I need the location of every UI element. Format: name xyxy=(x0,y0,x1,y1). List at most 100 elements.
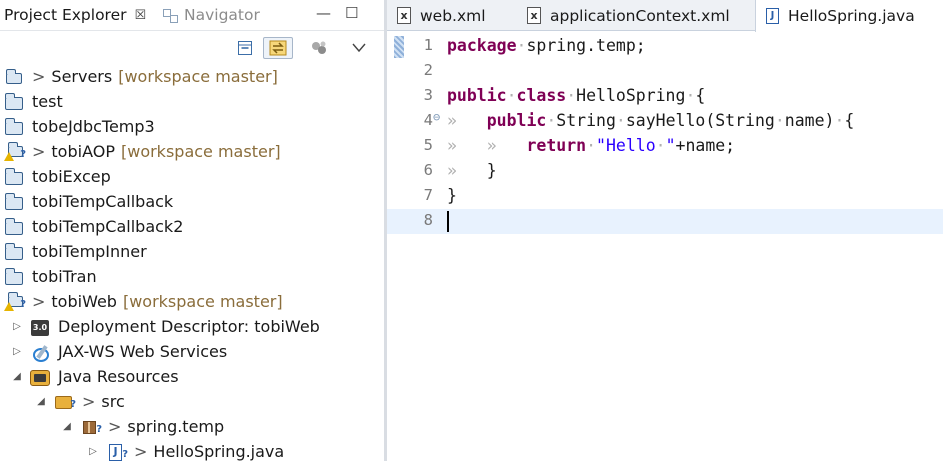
tree-item-label: tobiTempCallback xyxy=(32,192,174,211)
explorer-tab-bar: Project Explorer ☒ Navigator — ☐ xyxy=(0,0,384,31)
tree-item-label: JAX-WS Web Services xyxy=(58,342,228,361)
web-services-icon xyxy=(30,343,50,362)
tree-item-spring-temp[interactable]: ◢ ? > spring.temp xyxy=(60,414,224,439)
tree-item-test[interactable]: test xyxy=(4,89,63,114)
line-number: 4 xyxy=(423,111,433,129)
editor-area: x web.xml x applicationContext.xml J Hel… xyxy=(387,0,943,461)
folder-icon xyxy=(4,92,24,111)
tree-item-tobiweb[interactable]: ? > tobiWeb [workspace master] xyxy=(4,289,283,314)
folder-icon xyxy=(4,267,24,286)
code-line[interactable]: 1 package·spring.temp; xyxy=(387,34,943,59)
code-line[interactable]: 4 ⊖ » public·String·sayHello(String·name)·… xyxy=(387,109,943,134)
collapse-arrow-icon[interactable]: ◢ xyxy=(60,421,74,432)
code-line[interactable]: 5 » » return·"Hello·"+name; xyxy=(387,134,943,159)
tree-item-prefix: > xyxy=(32,142,46,161)
git-decoration: [workspace master] xyxy=(118,67,278,86)
xml-file-icon: x xyxy=(397,7,411,24)
tab-label: HelloSpring.java xyxy=(788,7,915,25)
java-file-icon: J? xyxy=(106,443,128,461)
tree-item-deployment-descriptor[interactable]: ▷ 3.0 Deployment Descriptor: tobiWeb xyxy=(10,314,320,339)
tree-item-label: tobiTran xyxy=(32,267,97,286)
project-warning-icon: ? xyxy=(4,291,26,311)
close-icon[interactable]: ☒ xyxy=(135,8,147,23)
tree-item-tobejdbctemp3[interactable]: tobeJdbcTemp3 xyxy=(4,114,155,139)
tree-item-servers[interactable]: > Servers [workspace master] xyxy=(4,64,278,89)
navigator-icon xyxy=(162,8,178,23)
code-text: » } xyxy=(447,161,497,180)
tab-application-context-xml[interactable]: x applicationContext.xml xyxy=(517,0,730,31)
package-icon: ? xyxy=(80,418,102,436)
code-line[interactable]: 2 xyxy=(387,59,943,84)
line-number: 2 xyxy=(423,61,433,79)
folder-icon xyxy=(4,167,24,186)
tree-item-tobitran[interactable]: tobiTran xyxy=(4,264,97,289)
tree-item-tobitempcallback2[interactable]: tobiTempCallback2 xyxy=(4,214,183,239)
tab-navigator-label: Navigator xyxy=(184,6,260,24)
line-number: 8 xyxy=(423,211,433,229)
code-line[interactable]: 6 » } xyxy=(387,159,943,184)
code-text: } xyxy=(447,186,457,205)
tree-item-java-resources[interactable]: ◢ Java Resources xyxy=(10,364,178,389)
collapse-arrow-icon[interactable]: ◢ xyxy=(10,371,24,382)
tab-web-xml[interactable]: x web.xml xyxy=(387,0,486,31)
tab-navigator[interactable]: Navigator xyxy=(162,4,260,26)
collapse-all-icon[interactable] xyxy=(234,37,256,59)
tab-label: web.xml xyxy=(420,6,486,25)
tree-item-src[interactable]: ◢ ? > src xyxy=(34,389,125,414)
tree-item-label: tobiTempInner xyxy=(32,242,147,261)
filter-icon[interactable] xyxy=(308,37,330,59)
line-number: 5 xyxy=(423,136,433,154)
code-editor[interactable]: 1 package·spring.temp; 2 3 public·class·Hell… xyxy=(387,32,943,461)
code-text: » public·String·sayHello(String·name)·{ xyxy=(447,111,855,130)
tree-item-label: Deployment Descriptor: tobiWeb xyxy=(58,317,320,336)
git-decoration: [workspace master] xyxy=(120,142,281,161)
expand-arrow-icon[interactable]: ▷ xyxy=(10,321,24,332)
text-cursor xyxy=(447,211,449,232)
deployment-descriptor-icon: 3.0 xyxy=(30,318,50,336)
tree-item-label: tobiWeb xyxy=(51,292,117,311)
minimize-icon[interactable]: — xyxy=(316,4,331,22)
tree-item-tobitempcallback[interactable]: tobiTempCallback xyxy=(4,189,173,214)
tree-item-tobiexcep[interactable]: tobiExcep xyxy=(4,164,111,189)
java-file-icon: J xyxy=(766,8,779,24)
folder-icon xyxy=(4,117,24,136)
project-warning-icon: ? xyxy=(4,141,26,161)
code-line[interactable]: 3 public·class·HelloSpring·{ xyxy=(387,84,943,109)
expand-arrow-icon[interactable]: ▷ xyxy=(86,446,100,457)
tree-item-label: tobiAOP xyxy=(51,142,115,161)
line-number: 7 xyxy=(423,186,433,204)
line-number: 6 xyxy=(423,161,433,179)
code-line[interactable]: 7} xyxy=(387,184,943,209)
tree-item-prefix: > xyxy=(32,67,46,86)
code-text: package·spring.temp; xyxy=(447,36,646,55)
tree-item-tobiaop[interactable]: ? > tobiAOP [workspace master] xyxy=(4,139,281,164)
collapse-arrow-icon[interactable]: ◢ xyxy=(34,396,48,407)
tab-project-explorer-label: Project Explorer xyxy=(4,6,127,24)
view-menu-icon[interactable] xyxy=(348,37,370,59)
tree-item-prefix: > xyxy=(32,292,46,311)
git-decoration: [workspace master] xyxy=(122,292,283,311)
code-text: public·class·HelloSpring·{ xyxy=(447,86,706,105)
tree-item-hellospring-java[interactable]: ▷ J? > HelloSpring.java xyxy=(86,439,284,461)
tree-item-label: test xyxy=(32,92,63,111)
fold-toggle-icon[interactable]: ⊖ xyxy=(433,110,440,124)
tree-item-label: Servers xyxy=(51,67,113,86)
tab-hellospring-java[interactable]: J HelloSpring.java xyxy=(755,0,943,32)
explorer-toolbar xyxy=(0,33,384,63)
tree-item-prefix: > xyxy=(134,442,148,461)
tab-label: applicationContext.xml xyxy=(550,6,730,25)
tab-project-explorer[interactable]: Project Explorer ☒ xyxy=(4,4,146,26)
folder-icon xyxy=(4,242,24,261)
tree-item-label: spring.temp xyxy=(127,417,225,436)
code-line[interactable]: 8 xyxy=(387,209,943,234)
editor-tab-bar: x web.xml x applicationContext.xml J Hel… xyxy=(387,0,943,32)
tree-item-jax-ws[interactable]: ▷ JAX-WS Web Services xyxy=(10,339,227,364)
link-with-editor-icon[interactable] xyxy=(263,37,293,59)
line-number: 1 xyxy=(423,36,433,54)
tree-item-label: HelloSpring.java xyxy=(153,442,285,461)
expand-arrow-icon[interactable]: ▷ xyxy=(10,346,24,357)
tree-item-prefix: > xyxy=(82,392,96,411)
tree-item-tobitempinner[interactable]: tobiTempInner xyxy=(4,239,147,264)
maximize-icon[interactable]: ☐ xyxy=(345,4,358,22)
tree-item-label: tobeJdbcTemp3 xyxy=(32,117,155,136)
